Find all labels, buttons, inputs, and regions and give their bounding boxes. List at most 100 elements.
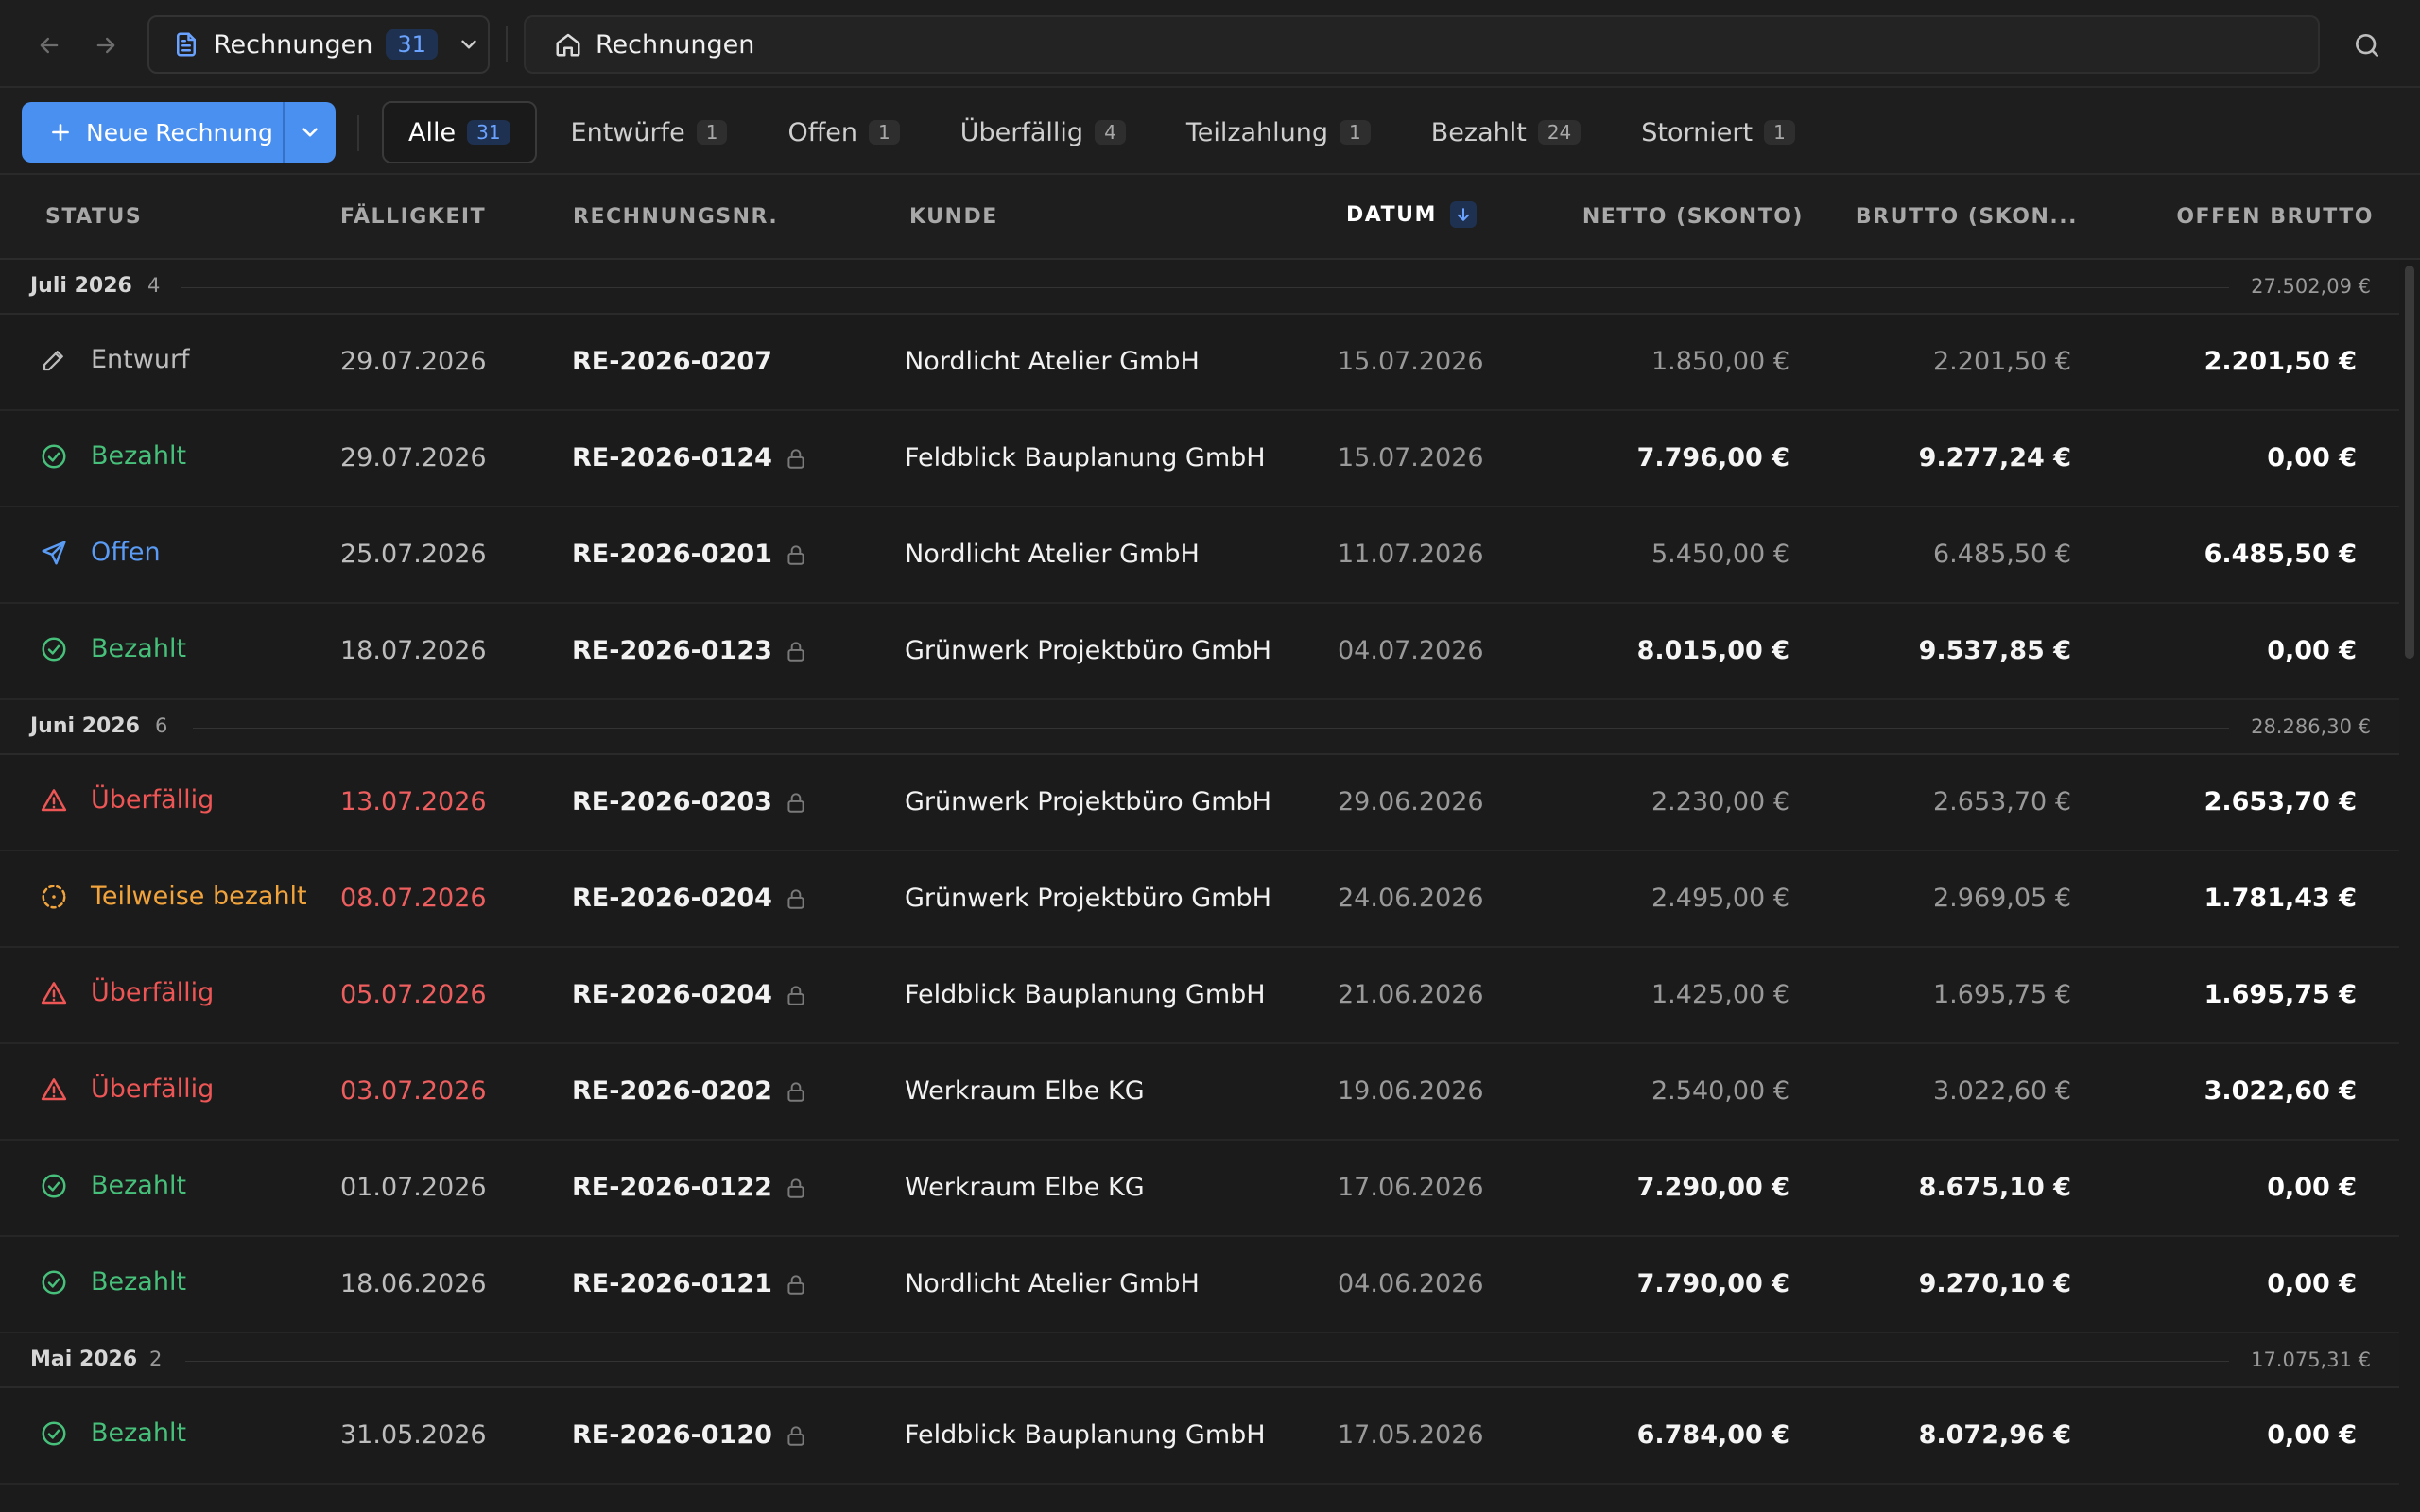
- invoice-number-cell: RE-2026-0122: [572, 1173, 808, 1202]
- back-arrow-icon[interactable]: [28, 26, 70, 64]
- tab-alle[interactable]: Alle 31: [382, 101, 537, 163]
- breadcrumb[interactable]: Rechnungen: [524, 15, 2320, 74]
- forward-arrow-icon[interactable]: [85, 26, 127, 64]
- table-row[interactable]: Teilweise bezahlt 08.07.2026 RE-2026-0204 G…: [0, 851, 2399, 948]
- check-circle-icon: [40, 635, 68, 663]
- net-amount: 1.425,00 €: [1651, 980, 1789, 1009]
- new-invoice-dropdown-button[interactable]: [283, 102, 336, 163]
- table-row[interactable]: Bezahlt 18.07.2026 RE-2026-0123 Grünwerk Pr…: [0, 604, 2399, 700]
- document-switcher[interactable]: Rechnungen 31: [147, 15, 490, 74]
- month-group-header[interactable]: Mai 2026 2 17.075,31 €: [0, 1333, 2399, 1388]
- status-label: Teilweise bezahlt: [91, 882, 307, 911]
- net-amount: 2.540,00 €: [1651, 1076, 1789, 1106]
- net-amount: 7.290,00 €: [1636, 1173, 1789, 1202]
- tab-label: Entwürfe: [570, 117, 685, 147]
- open-amount: 2.201,50 €: [2204, 347, 2357, 376]
- tab-label: Offen: [787, 117, 858, 147]
- customer-name: Nordlicht Atelier GmbH: [905, 347, 1200, 376]
- customer-name: Feldblick Bauplanung GmbH: [905, 980, 1266, 1009]
- invoice-date: 15.07.2026: [1338, 443, 1484, 472]
- net-amount: 7.790,00 €: [1636, 1269, 1789, 1298]
- month-group-header[interactable]: Juni 2026 6 28.286,30 €: [0, 700, 2399, 755]
- gross-amount: 8.072,96 €: [1918, 1420, 2071, 1450]
- warning-triangle-icon: [40, 1075, 68, 1104]
- due-date: 29.07.2026: [340, 347, 487, 376]
- gross-amount: 2.201,50 €: [1933, 347, 2071, 376]
- table-row[interactable]: Bezahlt 31.05.2026 RE-2026-0120 Feldblick B…: [0, 1388, 2399, 1485]
- send-icon: [40, 539, 68, 567]
- column-header-open[interactable]: OFFEN BRUTTO: [2176, 205, 2374, 229]
- month-group-header[interactable]: Juli 2026 4 27.502,09 €: [0, 260, 2399, 315]
- tab-bezahlt[interactable]: Bezahlt 24: [1405, 101, 1608, 163]
- customer-name: Nordlicht Atelier GmbH: [905, 1269, 1200, 1298]
- net-amount: 2.495,00 €: [1651, 884, 1789, 913]
- warning-triangle-icon: [40, 786, 68, 815]
- column-header-net[interactable]: NETTO (SKONTO): [1582, 205, 1804, 229]
- table-row[interactable]: Offen 25.07.2026 RE-2026-0201 Nordlicht Ate…: [0, 507, 2399, 604]
- group-sum: 28.286,30 €: [2251, 715, 2371, 738]
- status-cell: Entwurf: [40, 345, 190, 374]
- document-count-badge: 31: [386, 29, 438, 60]
- status-cell: Überfällig: [40, 1074, 214, 1104]
- lock-icon: [784, 886, 808, 911]
- invoice-number: RE-2026-0204: [572, 980, 772, 1009]
- tab-entwuerfe[interactable]: Entwürfe 1: [544, 101, 754, 163]
- customer-name: Nordlicht Atelier GmbH: [905, 540, 1200, 569]
- status-label: Bezahlt: [91, 1267, 187, 1297]
- column-header-customer[interactable]: KUNDE: [909, 205, 998, 229]
- tab-teilzahlung[interactable]: Teilzahlung 1: [1160, 101, 1397, 163]
- new-invoice-label: Neue Rechnung: [86, 118, 273, 146]
- status-cell: Bezahlt: [40, 441, 186, 471]
- due-date: 18.07.2026: [340, 636, 487, 665]
- tab-label: Überfällig: [959, 117, 1084, 147]
- divider: [506, 26, 508, 62]
- invoice-number-cell: RE-2026-0202: [572, 1076, 808, 1106]
- status-label: Überfällig: [91, 978, 215, 1007]
- new-invoice-split-button: Neue Rechnung: [22, 102, 336, 163]
- invoice-number-cell: RE-2026-0204: [572, 980, 808, 1009]
- tab-offen[interactable]: Offen 1: [761, 101, 925, 163]
- invoice-number: RE-2026-0122: [572, 1173, 772, 1202]
- tab-storniert[interactable]: Storniert 1: [1615, 101, 1822, 163]
- customer-name: Feldblick Bauplanung GmbH: [905, 443, 1266, 472]
- chevron-down-icon: [302, 128, 318, 137]
- warning-triangle-icon: [40, 979, 68, 1007]
- table-row[interactable]: Bezahlt 01.07.2026 RE-2026-0122 Werkraum El…: [0, 1141, 2399, 1237]
- invoice-date: 04.06.2026: [1338, 1269, 1484, 1298]
- gross-amount: 8.675,10 €: [1918, 1173, 2071, 1202]
- due-date: 25.07.2026: [340, 540, 487, 569]
- status-cell: Bezahlt: [40, 634, 186, 663]
- invoice-number-cell: RE-2026-0123: [572, 636, 808, 665]
- table-row[interactable]: Überfällig 05.07.2026 RE-2026-0204 Feldblic…: [0, 948, 2399, 1044]
- invoice-number-cell: RE-2026-0201: [572, 540, 808, 569]
- invoice-date: 15.07.2026: [1338, 347, 1484, 376]
- column-header-due[interactable]: FÄLLIGKEIT: [340, 205, 486, 229]
- table-row[interactable]: Bezahlt 29.07.2026 RE-2026-0124 Feldblick B…: [0, 411, 2399, 507]
- lock-icon: [784, 542, 808, 567]
- divider: [357, 115, 359, 151]
- new-invoice-button[interactable]: Neue Rechnung: [22, 102, 283, 163]
- status-label: Entwurf: [91, 345, 190, 374]
- table-row[interactable]: Entwurf 29.07.2026 RE-2026-0207 Nordlicht A…: [0, 315, 2399, 411]
- table-row[interactable]: Überfällig 03.07.2026 RE-2026-0202 Werkraum…: [0, 1044, 2399, 1141]
- scrollbar-thumb[interactable]: [2405, 266, 2414, 659]
- status-label: Überfällig: [91, 785, 215, 815]
- tab-ueberfaellig[interactable]: Überfällig 4: [934, 101, 1152, 163]
- column-header-number[interactable]: RECHNUNGSNR.: [573, 205, 778, 229]
- scrollbar[interactable]: [2399, 260, 2420, 1512]
- gross-amount: 2.969,05 €: [1933, 884, 2071, 913]
- column-header-status[interactable]: STATUS: [45, 205, 142, 229]
- table-row[interactable]: Überfällig 13.07.2026 RE-2026-0203 Grünwerk…: [0, 755, 2399, 851]
- column-header-gross[interactable]: BRUTTO (SKON...: [1856, 205, 2078, 229]
- lock-icon: [784, 790, 808, 815]
- gross-amount: 2.653,70 €: [1933, 787, 2071, 816]
- table-row[interactable]: Bezahlt 18.06.2026 RE-2026-0121 Nordlicht A…: [0, 1237, 2399, 1333]
- invoice-number: RE-2026-0204: [572, 884, 772, 913]
- invoice-number: RE-2026-0207: [572, 347, 772, 376]
- column-header-date[interactable]: DATUM: [1346, 201, 1477, 228]
- status-cell: Bezahlt: [40, 1267, 186, 1297]
- due-date: 08.07.2026: [340, 884, 487, 913]
- search-icon[interactable]: [2348, 26, 2386, 64]
- check-circle-icon: [40, 442, 68, 471]
- due-date: 18.06.2026: [340, 1269, 487, 1298]
